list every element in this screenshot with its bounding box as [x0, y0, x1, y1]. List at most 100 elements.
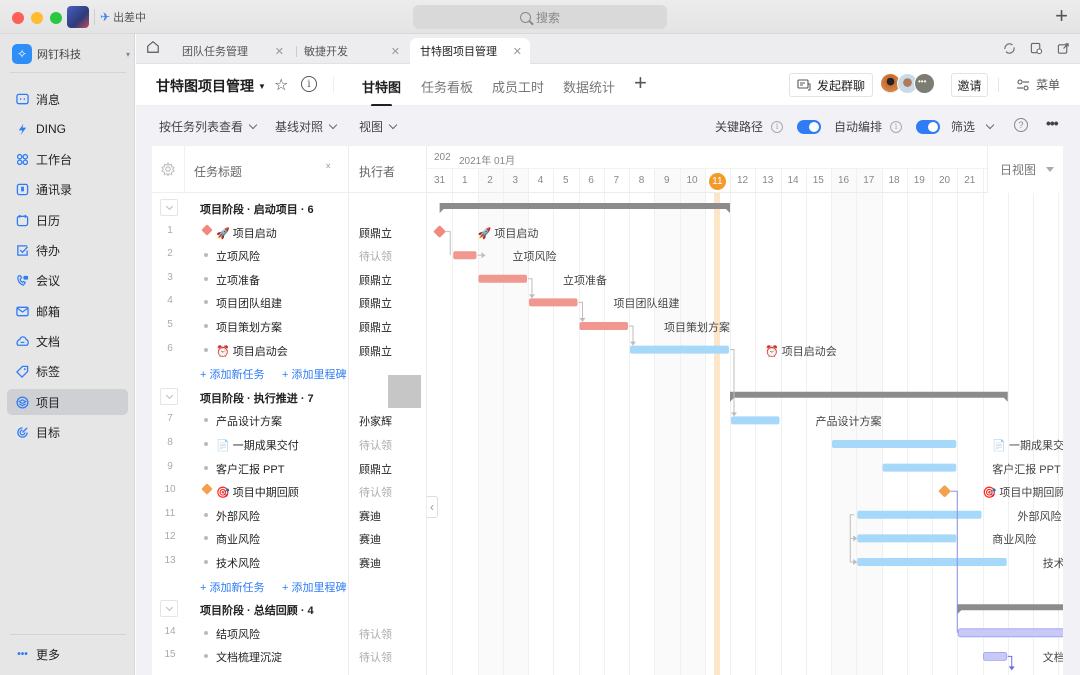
user-status[interactable]: ✈ 出差中 — [100, 9, 146, 25]
sidebar-item-ding[interactable]: DING — [7, 116, 128, 142]
task-row[interactable]: 1 🚀 项目启动 顾鼎立 — [152, 220, 427, 244]
task-owner[interactable]: 待认领 — [359, 626, 392, 642]
close-tab-icon[interactable]: ✕ — [275, 45, 284, 58]
task-row[interactable]: 13 技术风险 赛迪 — [152, 550, 427, 574]
sidebar-item-docs[interactable]: 文档 — [7, 328, 128, 354]
timescale-dropdown[interactable]: 日视图 — [987, 146, 1064, 193]
task-name[interactable]: 技术风险 — [216, 555, 260, 571]
sidebar-item-mail[interactable]: 邮箱 — [7, 298, 128, 324]
task-name[interactable]: ⏰ 项目启动会 — [216, 343, 288, 359]
task-name[interactable]: 🚀 项目启动 — [216, 225, 277, 241]
task-owner[interactable]: 待认领 — [359, 248, 392, 264]
view-tab-gantt[interactable]: 甘特图 — [362, 77, 401, 107]
invite-button[interactable]: 邀请 — [951, 73, 988, 97]
new-window-plus-icon[interactable]: + — [1055, 4, 1068, 28]
sidebar-item-goal[interactable]: 目标 — [7, 419, 128, 445]
task-owner[interactable]: 孙家辉 — [359, 413, 392, 429]
sidebar-item-more[interactable]: ••• 更多 — [7, 641, 128, 667]
task-name[interactable]: 客户汇报 PPT — [216, 461, 284, 477]
task-owner[interactable]: 顾鼎立 — [359, 295, 392, 311]
tab-team-tasks[interactable]: 团队任务管理 ✕ — [172, 38, 292, 64]
task-bar[interactable] — [731, 416, 780, 425]
task-bar[interactable] — [529, 298, 578, 307]
group-collapse-toggle[interactable] — [160, 199, 178, 216]
add-milestone-link[interactable]: + 添加里程碑 — [282, 579, 346, 595]
task-bar[interactable] — [478, 274, 528, 283]
refresh-icon[interactable] — [1003, 42, 1016, 55]
close-window-button[interactable] — [12, 12, 24, 24]
task-bar[interactable] — [983, 651, 1008, 661]
sidebar-item-project[interactable]: 项目 — [7, 389, 128, 415]
task-name[interactable]: 立项风险 — [216, 248, 260, 264]
search-input[interactable]: 搜索 — [413, 5, 667, 29]
zoom-window-button[interactable] — [50, 12, 62, 24]
add-task-link[interactable]: + 添加新任务 — [200, 579, 264, 595]
sidebar-item-tag[interactable]: 标签 — [7, 359, 128, 385]
task-row[interactable]: 12 商业风险 赛迪 — [152, 526, 427, 550]
group-chat-button[interactable]: 发起群聊 — [789, 73, 873, 97]
milestone-marker[interactable] — [433, 225, 446, 238]
phase-summary-bar[interactable] — [730, 391, 1008, 402]
group-row[interactable]: 项目阶段 · 总结回顾 · 4 — [152, 597, 427, 621]
sidebar-item-todo[interactable]: 待办 — [7, 238, 128, 264]
user-avatar[interactable] — [67, 6, 89, 28]
project-title[interactable]: 甘特图项目管理 ▼ — [156, 76, 266, 96]
phase-summary-bar[interactable] — [439, 203, 730, 213]
menu-button[interactable]: 菜单 — [1016, 76, 1060, 93]
task-bar[interactable] — [857, 534, 957, 543]
task-bar[interactable] — [857, 558, 1007, 566]
task-name[interactable]: 项目团队组建 — [216, 295, 282, 311]
task-owner[interactable]: 顾鼎立 — [359, 461, 392, 477]
info-icon[interactable]: i — [301, 76, 317, 92]
task-row[interactable]: 15 文档梳理沉淀 待认领 — [152, 644, 427, 668]
gear-icon[interactable] — [161, 161, 175, 177]
task-owner[interactable]: 顾鼎立 — [359, 272, 392, 288]
home-icon[interactable] — [146, 40, 162, 56]
history-icon[interactable] — [1030, 42, 1043, 55]
task-row[interactable]: 6 ⏰ 项目启动会 顾鼎立 — [152, 338, 427, 362]
collapse-list-handle[interactable]: ‹ — [427, 496, 438, 518]
milestone-marker[interactable] — [938, 485, 951, 498]
member-avatars[interactable] — [880, 73, 935, 94]
tab-gantt-project[interactable]: 甘特图项目管理 ✕ — [410, 38, 530, 64]
task-name[interactable]: 结项风险 — [216, 626, 260, 642]
task-bar[interactable] — [579, 322, 629, 330]
task-row[interactable]: 14 结项风险 待认领 — [152, 621, 427, 645]
star-icon[interactable]: ☆ — [274, 75, 288, 95]
critical-path-toggle[interactable] — [797, 119, 822, 134]
group-row[interactable]: 项目阶段 · 启动项目 · 6 — [152, 196, 427, 220]
task-bar[interactable] — [882, 463, 957, 472]
task-owner[interactable]: 顾鼎立 — [359, 343, 392, 359]
task-row[interactable]: 8 📄 一期成果交付 待认领 — [152, 432, 427, 456]
help-icon[interactable]: ? — [1014, 118, 1028, 132]
task-bar[interactable] — [453, 251, 477, 260]
task-bar[interactable] — [957, 628, 1064, 638]
filter-dropdown[interactable]: 筛选 — [951, 118, 995, 135]
sidebar-item-workbench[interactable]: 工作台 — [7, 147, 128, 173]
task-bar[interactable] — [832, 440, 957, 448]
group-collapse-toggle[interactable] — [160, 387, 178, 405]
tab-agile-dev[interactable]: 敏捷开发 ✕ — [294, 38, 408, 64]
task-row[interactable]: 2 立项风险 待认领 — [152, 243, 427, 267]
task-bar[interactable] — [857, 510, 982, 519]
task-owner[interactable]: 待认领 — [359, 649, 392, 665]
org-switcher[interactable]: ✧ 网钉科技 ▾ — [12, 44, 130, 64]
task-name[interactable]: 商业风险 — [216, 531, 260, 547]
task-name[interactable]: 文档梳理沉淀 — [216, 649, 282, 665]
sidebar-item-message[interactable]: 消息 — [7, 86, 128, 112]
task-row[interactable]: 5 项目策划方案 顾鼎立 — [152, 314, 427, 338]
view-by-dropdown[interactable]: 按任务列表查看 — [159, 118, 258, 135]
more-options-icon[interactable]: ••• — [1046, 115, 1059, 131]
task-name[interactable]: 立项准备 — [216, 272, 260, 288]
info-icon[interactable]: i — [771, 120, 784, 133]
task-owner[interactable]: 待认领 — [359, 437, 392, 453]
group-collapse-toggle[interactable] — [160, 600, 178, 618]
add-view-plus-icon[interactable]: + — [634, 70, 647, 96]
view-dropdown[interactable]: 视图 — [359, 118, 398, 135]
task-name[interactable]: 产品设计方案 — [216, 413, 282, 429]
minimize-window-button[interactable] — [31, 12, 43, 24]
task-owner[interactable]: 赛迪 — [359, 531, 381, 547]
task-owner[interactable]: 赛迪 — [359, 555, 381, 571]
sidebar-item-meeting[interactable]: 会议 — [7, 268, 128, 294]
view-tab-kanban[interactable]: 任务看板 — [421, 77, 473, 96]
